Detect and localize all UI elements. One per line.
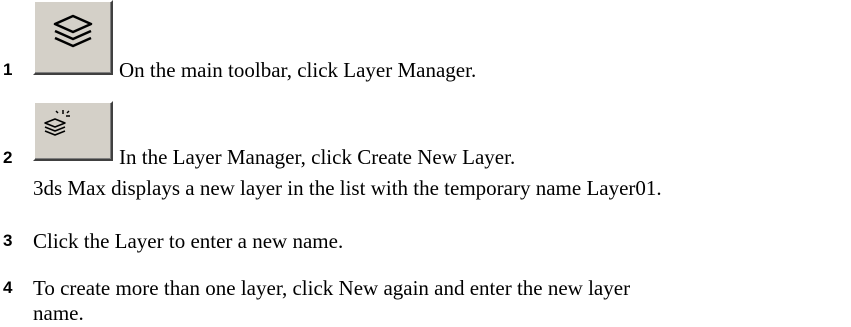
- step-1-number: 1: [3, 60, 13, 79]
- step-4-text-line-2: name.: [33, 301, 84, 325]
- layer-manager-button[interactable]: [33, 0, 113, 75]
- step-3-number: 3: [3, 231, 13, 250]
- layer-manager-icon: [53, 14, 93, 48]
- step-4-number: 4: [3, 278, 13, 297]
- create-new-layer-button[interactable]: [33, 101, 113, 161]
- step-4-text-line-1: To create more than one layer, click New…: [33, 276, 631, 300]
- step-2-text: In the Layer Manager, click Create New L…: [119, 145, 516, 169]
- create-new-layer-icon: [44, 110, 70, 136]
- step-3-text: Click the Layer to enter a new name.: [33, 229, 344, 253]
- step-2-number: 2: [3, 148, 13, 167]
- step-2-note: 3ds Max displays a new layer in the list…: [33, 176, 662, 200]
- step-1-text: On the main toolbar, click Layer Manager…: [119, 58, 477, 82]
